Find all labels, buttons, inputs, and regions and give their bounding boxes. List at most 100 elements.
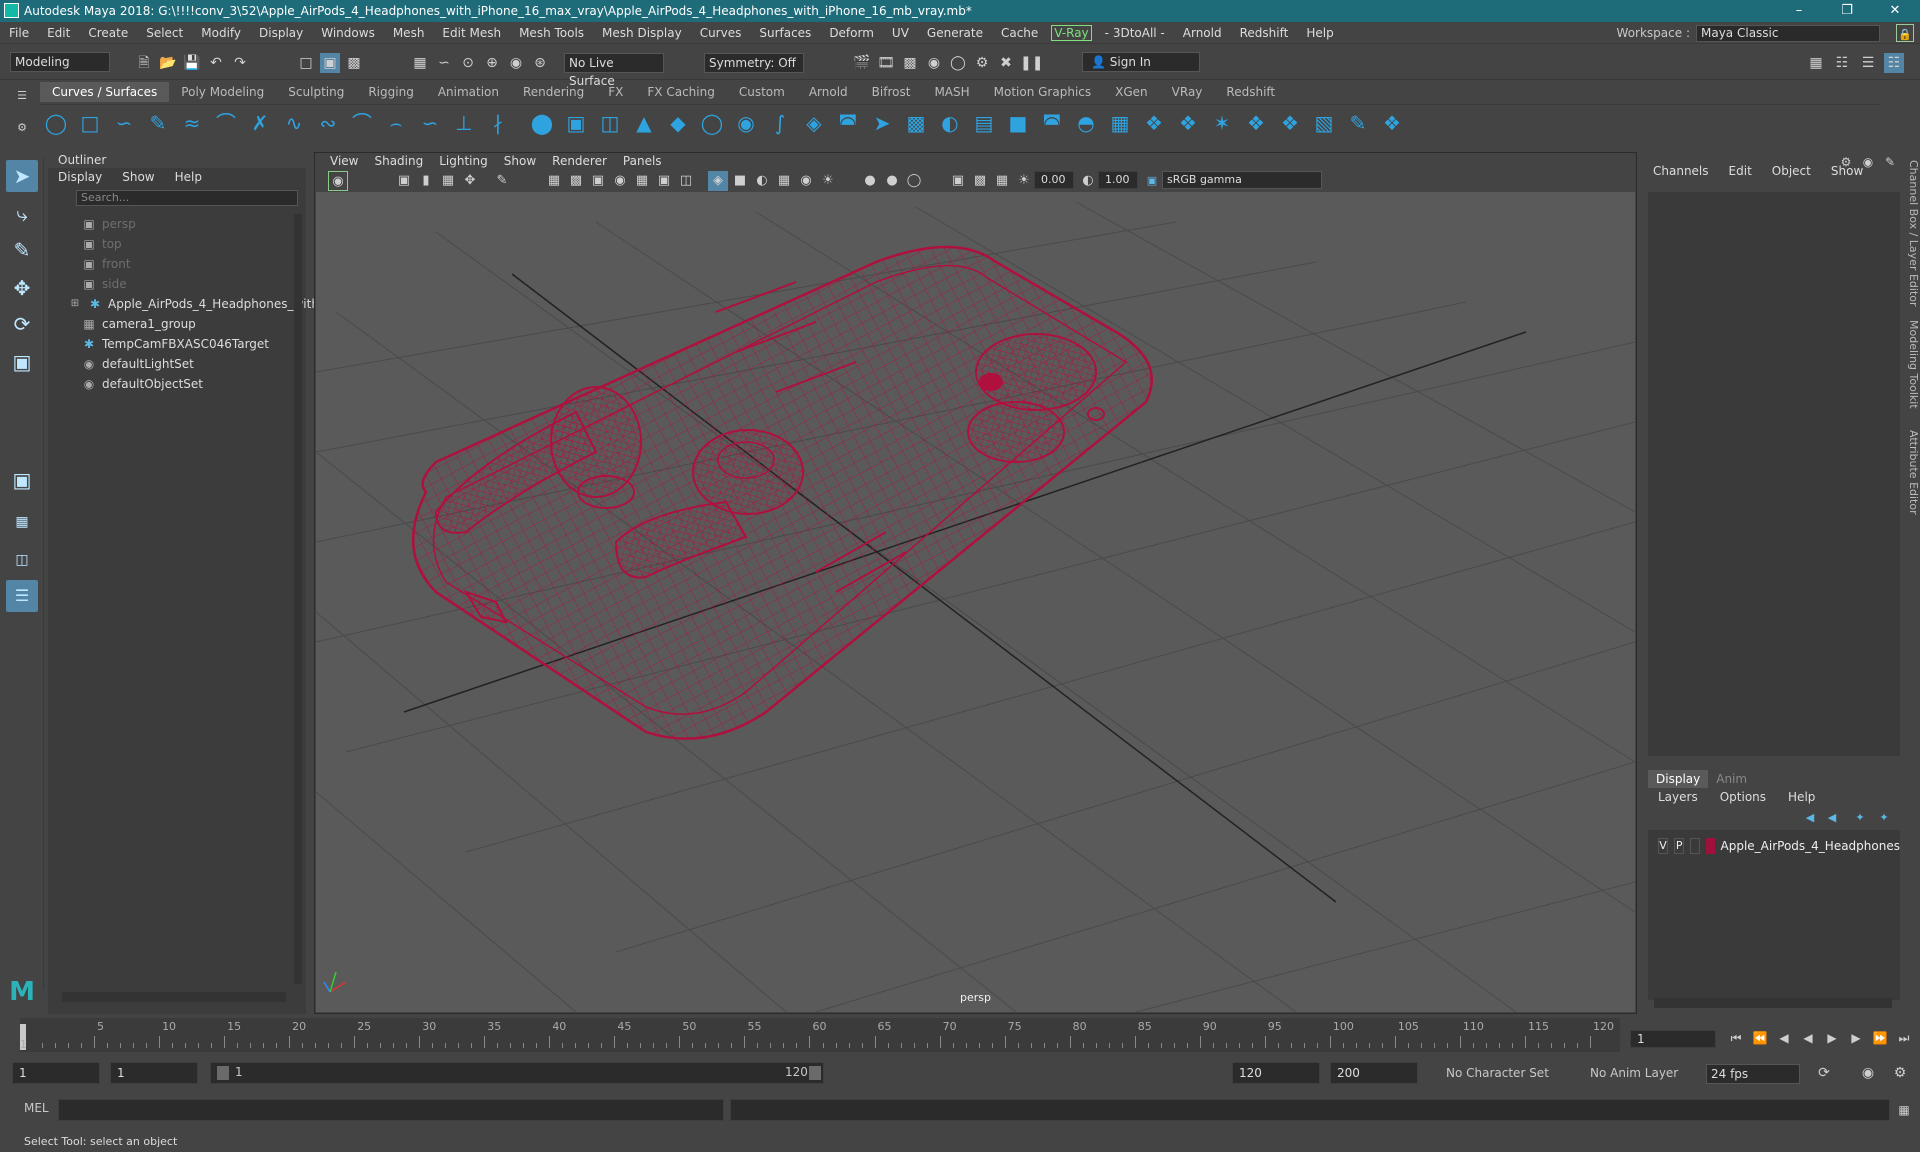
layer-playback-toggle[interactable]: P <box>1674 838 1685 854</box>
viewport-canvas[interactable] <box>316 192 1635 1012</box>
single-view-icon[interactable]: ▣ <box>6 464 38 496</box>
snap-surface-icon[interactable]: ◉ <box>506 53 526 73</box>
xray-icon[interactable]: ▩ <box>970 171 990 191</box>
render-settings-icon[interactable]: ⚙ <box>972 53 992 73</box>
menu-select[interactable]: Select <box>137 26 192 40</box>
menu-edit[interactable]: Edit <box>38 26 79 40</box>
new-layer-icon[interactable]: ✦ <box>1850 808 1870 828</box>
shelf-tab-poly-modeling[interactable]: Poly Modeling <box>169 82 276 102</box>
add-points-icon[interactable]: ⊥ <box>452 111 476 135</box>
sculpt-tool-icon[interactable]: ✎ <box>1346 111 1370 135</box>
curve-editing-icon[interactable]: ∤ <box>486 111 510 135</box>
nurbs-square-icon[interactable]: □ <box>78 111 102 135</box>
shelf-tab-custom[interactable]: Custom <box>727 82 797 102</box>
project-curve-icon[interactable]: ■ <box>1006 111 1030 135</box>
nurbs-plane-icon[interactable]: ◆ <box>666 111 690 135</box>
outliner-horizontal-scrollbar[interactable] <box>62 992 286 1002</box>
expand-icon[interactable]: ⊞ <box>68 297 82 311</box>
bookmark-icon[interactable]: ▮ <box>416 171 436 191</box>
layer-tab-display[interactable]: Display <box>1648 770 1709 788</box>
menu-vray[interactable]: V-Ray <box>1051 24 1092 41</box>
save-scene-icon[interactable]: 💾 <box>182 53 202 73</box>
tool-settings-icon[interactable]: ☰ <box>1858 53 1878 73</box>
lock-icon[interactable]: 🔒 <box>1896 24 1914 42</box>
menu-uv[interactable]: UV <box>883 26 918 40</box>
revolve-icon[interactable]: ◉ <box>734 111 758 135</box>
menu-modify[interactable]: Modify <box>192 26 250 40</box>
new-layer-selected-icon[interactable]: ✦ <box>1874 808 1894 828</box>
camera-select-icon[interactable]: ◉ <box>328 171 348 191</box>
character-set-dropdown[interactable]: No Character Set <box>1436 1062 1572 1084</box>
mel-command-input[interactable] <box>58 1099 724 1121</box>
outliner-layout-icon[interactable]: ☰ <box>6 580 38 612</box>
smooth-shade-icon[interactable]: ■ <box>730 171 750 191</box>
nurbs-cone-icon[interactable]: ▲ <box>632 111 656 135</box>
shelf-tab-vray[interactable]: VRay <box>1160 82 1215 102</box>
shelf-tab-rendering[interactable]: Rendering <box>511 82 596 102</box>
shelf-tab-arnold[interactable]: Arnold <box>797 82 860 102</box>
viewport-menu-renderer[interactable]: Renderer <box>544 154 615 168</box>
animation-start-field[interactable]: 1 <box>12 1062 100 1084</box>
layer-display-type-toggle[interactable] <box>1690 838 1701 854</box>
preferences-icon[interactable]: ⚙ <box>1890 1063 1910 1083</box>
new-scene-icon[interactable]: 🗎 <box>134 53 154 73</box>
select-tool-icon[interactable]: ➤ <box>6 160 38 192</box>
gamma-field[interactable]: 1.00 <box>1098 171 1138 189</box>
channel-box-settings-icon[interactable]: ⚙ <box>1836 152 1856 172</box>
layer-horizontal-scrollbar[interactable] <box>1654 998 1892 1008</box>
outliner-item-side[interactable]: ▣ side <box>82 274 126 294</box>
shelf-tab-xgen[interactable]: XGen <box>1103 82 1160 102</box>
viewport-menu-lighting[interactable]: Lighting <box>431 154 496 168</box>
outliner-menu-display[interactable]: Display <box>58 170 102 184</box>
xray-joints-icon[interactable]: ▦ <box>992 171 1012 191</box>
ep-curve-icon[interactable]: ∽ <box>112 111 136 135</box>
step-forward-frame-icon[interactable]: ▶ <box>1846 1028 1866 1048</box>
shelf-menu-icon[interactable]: ☰ <box>12 86 32 106</box>
outliner-item-default-light-set[interactable]: ◉ defaultLightSet <box>82 354 194 374</box>
birail-icon[interactable]: ➤ <box>870 111 894 135</box>
fps-dropdown[interactable]: 24 fps <box>1706 1064 1800 1084</box>
side-tab-channel-box[interactable]: Channel Box / Layer Editor <box>1907 160 1920 307</box>
viewport-menu-shading[interactable]: Shading <box>366 154 431 168</box>
play-back-icon[interactable]: ◀ <box>1798 1028 1818 1048</box>
snap-grid-icon[interactable]: ▦ <box>410 53 430 73</box>
render-sequence-icon[interactable]: 🎞 <box>876 53 896 73</box>
rebuild-surface-icon[interactable]: ▧ <box>1312 111 1336 135</box>
two-view-icon[interactable]: ◫ <box>6 544 38 576</box>
safe-action-icon[interactable]: ▣ <box>654 171 674 191</box>
attach-curves-icon[interactable]: ✗ <box>248 111 272 135</box>
detach-surfaces-icon[interactable]: ❖ <box>1176 111 1200 135</box>
surface-edit-icon[interactable]: ❖ <box>1380 111 1404 135</box>
open-scene-icon[interactable]: 📂 <box>158 53 178 73</box>
bezier-curve-icon[interactable]: ≈ <box>180 111 204 135</box>
channel-menu-object[interactable]: Object <box>1772 164 1811 178</box>
sign-in-button[interactable]: 👤 Sign In <box>1082 52 1200 72</box>
shadows-icon[interactable]: ☀ <box>818 171 838 191</box>
menu-3dtoall[interactable]: - 3DtoAll - <box>1096 26 1174 40</box>
menu-display[interactable]: Display <box>250 26 312 40</box>
bevel-plus-icon[interactable]: ▩ <box>904 111 928 135</box>
render-frame-icon[interactable]: 🎬 <box>852 53 872 73</box>
select-component-icon[interactable]: ▩ <box>344 53 364 73</box>
wireframe-on-shaded-icon[interactable]: ◐ <box>752 171 772 191</box>
nurbs-cube-icon[interactable]: ▣ <box>564 111 588 135</box>
time-slider[interactable]: 1 5 10 15 20 25 30 35 40 45 50 55 60 65 70 75 80 85 90 95 1… <box>20 1018 1620 1052</box>
gate-mask-icon[interactable]: ◉ <box>610 171 630 191</box>
close-button[interactable]: ✕ <box>1872 0 1918 22</box>
shelf-tab-sculpting[interactable]: Sculpting <box>276 82 356 102</box>
outliner-item-airpods[interactable]: ⊞ ✱ Apple_AirPods_4_Headphones_with_ <box>68 294 325 314</box>
viewport-menu-panels[interactable]: Panels <box>615 154 670 168</box>
shelf-tab-fx[interactable]: FX <box>596 82 635 102</box>
layer-visibility-toggle[interactable]: V <box>1658 838 1669 854</box>
colorspace-dropdown[interactable]: sRGB gamma <box>1162 171 1322 189</box>
grid-icon[interactable]: ▦ <box>544 171 564 191</box>
animation-end-field[interactable]: 200 <box>1330 1062 1418 1084</box>
scale-tool-icon[interactable]: ▣ <box>6 346 38 378</box>
menu-mesh-tools[interactable]: Mesh Tools <box>510 26 593 40</box>
nurbs-sphere-icon[interactable]: ⬤ <box>530 111 554 135</box>
layer-menu-help[interactable]: Help <box>1788 790 1815 808</box>
intersect-icon[interactable]: ◚ <box>1040 111 1064 135</box>
undo-icon[interactable]: ↶ <box>206 53 226 73</box>
snap-curve-icon[interactable]: ∽ <box>434 53 454 73</box>
outliner-vertical-scrollbar[interactable] <box>294 214 302 984</box>
